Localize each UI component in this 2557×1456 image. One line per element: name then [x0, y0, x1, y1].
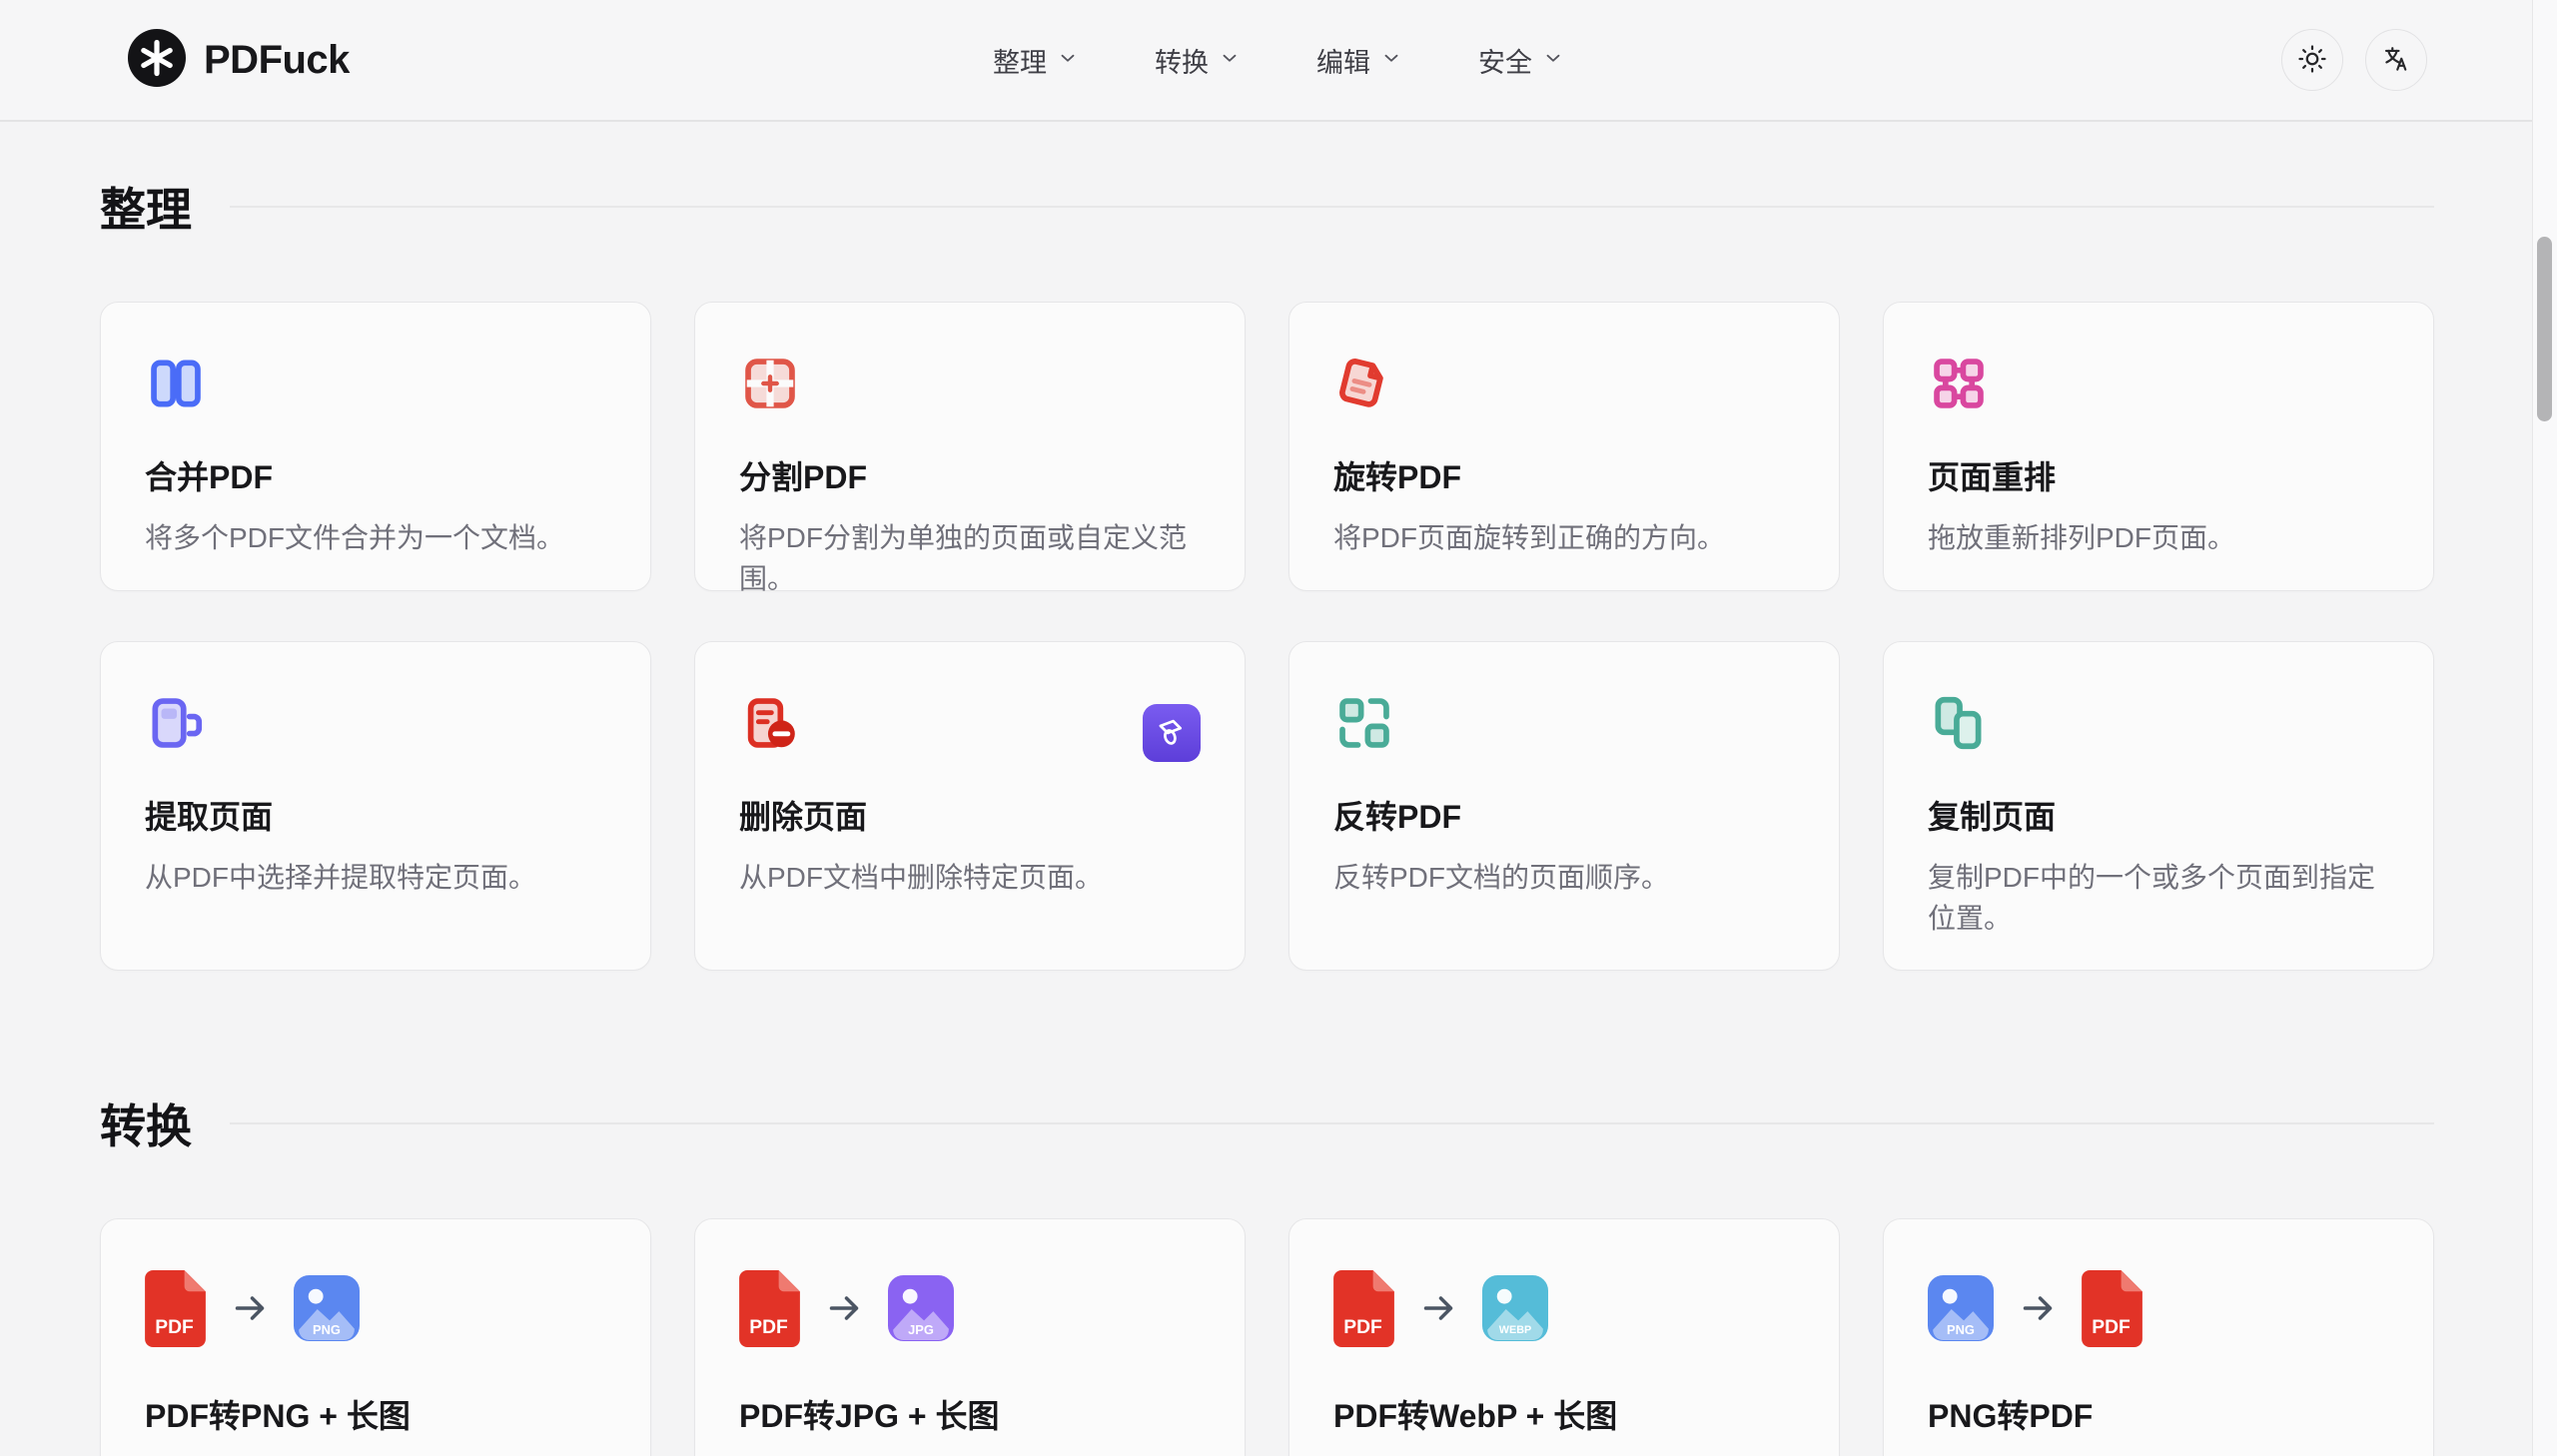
convert-card-grid: PDF PNG PDF转PNG + 长图 将PDF页面转换为高质量的无损PNG图…	[100, 1218, 2434, 1456]
tool-card-title: 删除页面	[739, 792, 1201, 838]
svg-text:JPG: JPG	[908, 1322, 934, 1337]
scrollbar-track[interactable]	[2532, 0, 2557, 1456]
section-divider	[230, 206, 2434, 208]
nav-item-label: 编辑	[1316, 41, 1370, 80]
tool-card-description: 从PDF中选择并提取特定页面。	[145, 858, 606, 899]
tool-card-title: 分割PDF	[739, 452, 1201, 498]
nav-item-convert[interactable]: 转换	[1155, 41, 1241, 80]
nav-item-label: 转换	[1155, 41, 1209, 80]
tool-card-extract-pages[interactable]: 提取页面 从PDF中选择并提取特定页面。	[100, 641, 651, 971]
section-header-convert: 转换	[100, 1091, 2434, 1156]
header-actions	[2281, 29, 2427, 91]
tool-card-title: 合并PDF	[145, 452, 606, 498]
overlapping-shapes-badge-icon	[1143, 704, 1201, 762]
pdf-file-icon: PDF	[145, 1270, 206, 1347]
nav-item-organize[interactable]: 整理	[993, 41, 1079, 80]
conversion-icons: PDF JPG	[739, 1269, 1201, 1347]
chevron-down-icon	[1542, 45, 1564, 76]
arrow-right-icon	[1418, 1288, 1458, 1328]
pdf-file-icon: PDF	[1333, 1270, 1394, 1347]
svg-text:PDF: PDF	[2092, 1316, 2131, 1337]
arrow-right-icon	[824, 1288, 864, 1328]
tool-card-reorder-pages[interactable]: 页面重排 拖放重新排列PDF页面。	[1883, 302, 2434, 591]
tool-card-description: 将PDF页面旋转到正确的方向。	[1333, 518, 1795, 559]
tool-card-description: 反转PDF文档的页面顺序。	[1333, 858, 1795, 899]
pdf-file-icon: PDF	[739, 1270, 800, 1347]
conversion-icons: PNG PDF	[1928, 1269, 2389, 1347]
tool-card-merge-pdf[interactable]: 合并PDF 将多个PDF文件合并为一个文档。	[100, 302, 651, 591]
tool-card-pdf-to-webp[interactable]: PDF WEBP PDF转WebP + 长图 将PDF页面转换为现代WebP图片…	[1288, 1218, 1840, 1456]
merge-pages-icon	[145, 353, 606, 414]
duplicate-pages-icon	[1928, 692, 2389, 754]
nav-item-label: 整理	[993, 41, 1047, 80]
tool-card-rotate-pdf[interactable]: 旋转PDF 将PDF页面旋转到正确的方向。	[1288, 302, 1840, 591]
organize-card-grid: 合并PDF 将多个PDF文件合并为一个文档。 分割PDF 将PDF分割为单独的页…	[100, 302, 2434, 971]
reverse-order-icon	[1333, 692, 1795, 754]
main-nav: 整理 转换 编辑 安全	[993, 41, 1564, 80]
tool-card-png-to-pdf[interactable]: PNG PDF PNG转PDF 将PNG图片转换为PDF文档。	[1883, 1218, 2434, 1456]
arrow-right-icon	[230, 1288, 270, 1328]
arrow-right-icon	[2018, 1288, 2058, 1328]
webp-image-icon: WEBP	[1482, 1275, 1548, 1341]
chevron-down-icon	[1380, 45, 1402, 76]
section-title: 转换	[100, 1091, 192, 1156]
scrollbar-thumb[interactable]	[2537, 237, 2552, 421]
tool-card-pdf-to-jpg[interactable]: PDF JPG PDF转JPG + 长图 将PDF页面转换为可调质量的JPG图片…	[694, 1218, 1246, 1456]
tool-card-title: 页面重排	[1928, 452, 2389, 498]
png-image-icon: PNG	[294, 1275, 360, 1341]
rotate-document-icon	[1333, 353, 1795, 414]
asterisk-logo-icon	[128, 29, 186, 92]
main-content: 整理 合并PDF 将多个PDF文件合并为一个文档。	[100, 174, 2434, 1456]
pdf-file-icon: PDF	[2082, 1270, 2142, 1347]
tool-card-split-pdf[interactable]: 分割PDF 将PDF分割为单独的页面或自定义范围。	[694, 302, 1246, 591]
tool-card-description: 拖放重新排列PDF页面。	[1928, 518, 2389, 559]
tool-card-description: 复制PDF中的一个或多个页面到指定位置。	[1928, 858, 2389, 939]
tool-card-title: PDF转PNG + 长图	[145, 1391, 606, 1437]
tool-card-delete-pages[interactable]: 删除页面 从PDF文档中删除特定页面。	[694, 641, 1246, 971]
tool-card-title: 旋转PDF	[1333, 452, 1795, 498]
tool-card-title: 提取页面	[145, 792, 606, 838]
svg-text:WEBP: WEBP	[1499, 1324, 1531, 1336]
chevron-down-icon	[1057, 45, 1079, 76]
app-header: PDFuck 整理 转换 编辑 安全	[0, 0, 2557, 122]
tool-card-title: PDF转WebP + 长图	[1333, 1391, 1795, 1437]
extract-page-icon	[145, 692, 606, 754]
section-divider	[230, 1122, 2434, 1124]
tool-card-duplicate-pages[interactable]: 复制页面 复制PDF中的一个或多个页面到指定位置。	[1883, 641, 2434, 971]
tool-card-title: PDF转JPG + 长图	[739, 1391, 1201, 1437]
theme-toggle-button[interactable]	[2281, 29, 2343, 91]
brand-logo[interactable]: PDFuck	[128, 29, 350, 92]
svg-text:PNG: PNG	[313, 1322, 341, 1337]
nav-item-edit[interactable]: 编辑	[1316, 41, 1402, 80]
jpg-image-icon: JPG	[888, 1275, 954, 1341]
tool-card-title: 反转PDF	[1333, 792, 1795, 838]
chevron-down-icon	[1219, 45, 1241, 76]
section-title: 整理	[100, 174, 192, 240]
svg-text:PDF: PDF	[749, 1316, 788, 1337]
brand-name: PDFuck	[204, 38, 350, 83]
language-switch-button[interactable]	[2365, 29, 2427, 91]
conversion-icons: PDF PNG	[145, 1269, 606, 1347]
tool-card-description: 将多个PDF文件合并为一个文档。	[145, 518, 606, 559]
svg-text:PDF: PDF	[1343, 1316, 1382, 1337]
tool-card-pdf-to-png[interactable]: PDF PNG PDF转PNG + 长图 将PDF页面转换为高质量的无损PNG图…	[100, 1218, 651, 1456]
tool-card-description: 从PDF文档中删除特定页面。	[739, 858, 1201, 899]
section-header-organize: 整理	[100, 174, 2434, 240]
translate-icon	[2381, 44, 2411, 77]
conversion-icons: PDF WEBP	[1333, 1269, 1795, 1347]
reorder-blocks-icon	[1928, 353, 2389, 414]
tool-card-title: PNG转PDF	[1928, 1391, 2389, 1437]
nav-item-label: 安全	[1478, 41, 1532, 80]
png-image-icon: PNG	[1928, 1275, 1994, 1341]
delete-page-icon	[739, 692, 1201, 754]
svg-text:PDF: PDF	[155, 1316, 194, 1337]
svg-text:PNG: PNG	[1947, 1322, 1975, 1337]
tool-card-reverse-pdf[interactable]: 反转PDF 反转PDF文档的页面顺序。	[1288, 641, 1840, 971]
nav-item-security[interactable]: 安全	[1478, 41, 1564, 80]
tool-card-title: 复制页面	[1928, 792, 2389, 838]
tool-card-description: 将PDF分割为单独的页面或自定义范围。	[739, 518, 1201, 599]
split-grid-icon	[739, 353, 1201, 414]
sun-icon	[2297, 44, 2327, 77]
